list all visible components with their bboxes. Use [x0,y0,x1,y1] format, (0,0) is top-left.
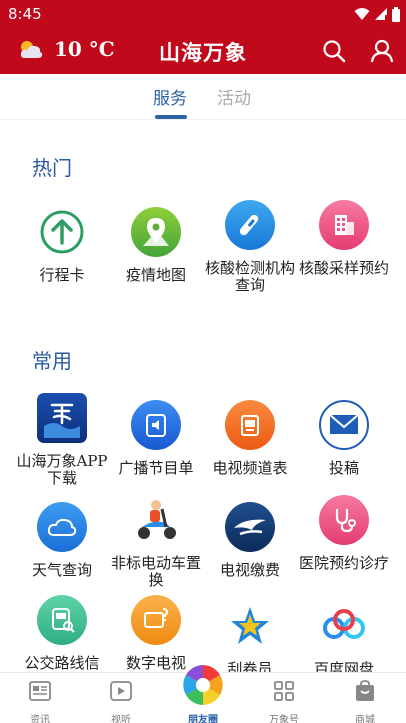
nav-label: 商城 [355,715,375,723]
stethoscope-icon [319,495,369,545]
tab-indicator [155,115,187,119]
section-title-hot: 热门 [32,156,72,180]
news-icon [29,681,51,701]
service-label: 非标电动车置换 [110,554,201,589]
service-label: 疫情地图 [125,266,186,284]
service-app-download[interactable]: 山海万象APP下载 [14,393,110,487]
cloud-link-icon [319,601,369,651]
nav-label: 资讯 [30,715,50,723]
search-icon[interactable] [322,39,346,63]
wifi-icon [354,8,370,20]
tv-question-icon [131,595,181,645]
battery-icon [392,6,400,22]
tab-services[interactable]: 服务 [153,84,187,109]
partly-cloudy-icon [20,41,43,58]
bag-icon [356,680,374,701]
weather-widget[interactable]: 10 °C [18,37,115,61]
service-label: 核酸采样预约 [298,259,389,277]
system-icons [354,6,400,22]
bottom-nav: 资讯 视听 朋友圈 万象号 商城 [0,662,406,723]
mail-icon [319,400,369,450]
service-label: 山海万象APP下载 [16,452,108,487]
tab-bar: 服务 活动 [0,74,406,120]
service-label: 天气查询 [31,561,92,579]
arrow-up-circle-icon [37,207,87,257]
map-pin-icon [131,207,181,257]
nav-news[interactable]: 资讯 [10,679,70,723]
service-label: 电视频道表 [212,459,288,477]
nav-accounts[interactable]: 万象号 [254,679,314,723]
service-hospital-booking[interactable]: 医院预约诊疗 [296,495,392,572]
temperature: 10 °C [54,37,115,61]
app-logo-icon [37,393,87,443]
service-radio-schedule[interactable]: 广播节目单 [108,400,204,477]
section-title-common: 常用 [32,349,72,373]
app-header: 10 °C 山海万象 [0,28,406,74]
building-icon [319,200,369,250]
status-time: 8:45 [8,5,42,23]
service-label: 电视缴费 [219,561,280,579]
service-baidu-netdisk[interactable]: 百度网盘 [296,601,392,672]
cloud-icon [37,502,87,552]
service-trip-card[interactable]: 行程卡 [14,207,110,284]
play-icon [110,681,132,701]
user-icon[interactable] [370,39,394,63]
aperture-icon [180,662,226,708]
services-content[interactable]: 热门 行程卡 疫情地图 核酸检测机构查询 核酸采样预约 常用 山海万象APP下载 [0,121,406,672]
tv-icon [225,400,275,450]
service-weather[interactable]: 天气查询 [14,502,110,579]
nav-label: 万象号 [269,715,299,723]
service-label: 百度网盘 [313,660,374,673]
nav-label: 朋友圈 [188,715,218,723]
service-label: 公交路线信 [24,654,100,672]
service-label: 核酸检测机构查询 [204,259,295,294]
service-tv-channels[interactable]: 电视频道表 [202,400,298,477]
status-bar: 8:45 [0,0,406,28]
nav-shop[interactable]: 商城 [335,679,395,723]
speaker-icon [131,400,181,450]
service-label: 投稿 [328,459,359,477]
nav-media[interactable]: 视听 [91,679,151,723]
signal-icon [375,8,387,20]
test-tube-icon [225,200,275,250]
service-label: 行程卡 [39,266,85,284]
nav-label: 视听 [111,715,131,723]
tab-activities[interactable]: 活动 [217,84,251,109]
service-tv-payment[interactable]: 电视缴费 [202,502,298,579]
bus-icon [37,595,87,645]
service-nucleic-test-query[interactable]: 核酸检测机构查询 [202,200,298,294]
bird-logo-icon [225,502,275,552]
scooter-icon [131,495,181,545]
service-epidemic-map[interactable]: 疫情地图 [108,207,204,284]
service-bus-routes[interactable]: 公交路线信 [14,595,110,672]
nav-moments[interactable]: 朋友圈 [173,662,233,723]
service-nucleic-sampling-booking[interactable]: 核酸采样预约 [296,200,392,277]
service-label: 医院预约诊疗 [298,554,389,572]
service-ebike-exchange[interactable]: 非标电动车置换 [108,495,204,589]
grid-icon [274,681,294,701]
star-icon [225,601,275,651]
service-submit-article[interactable]: 投稿 [296,400,392,477]
service-label: 广播节目单 [118,459,194,477]
